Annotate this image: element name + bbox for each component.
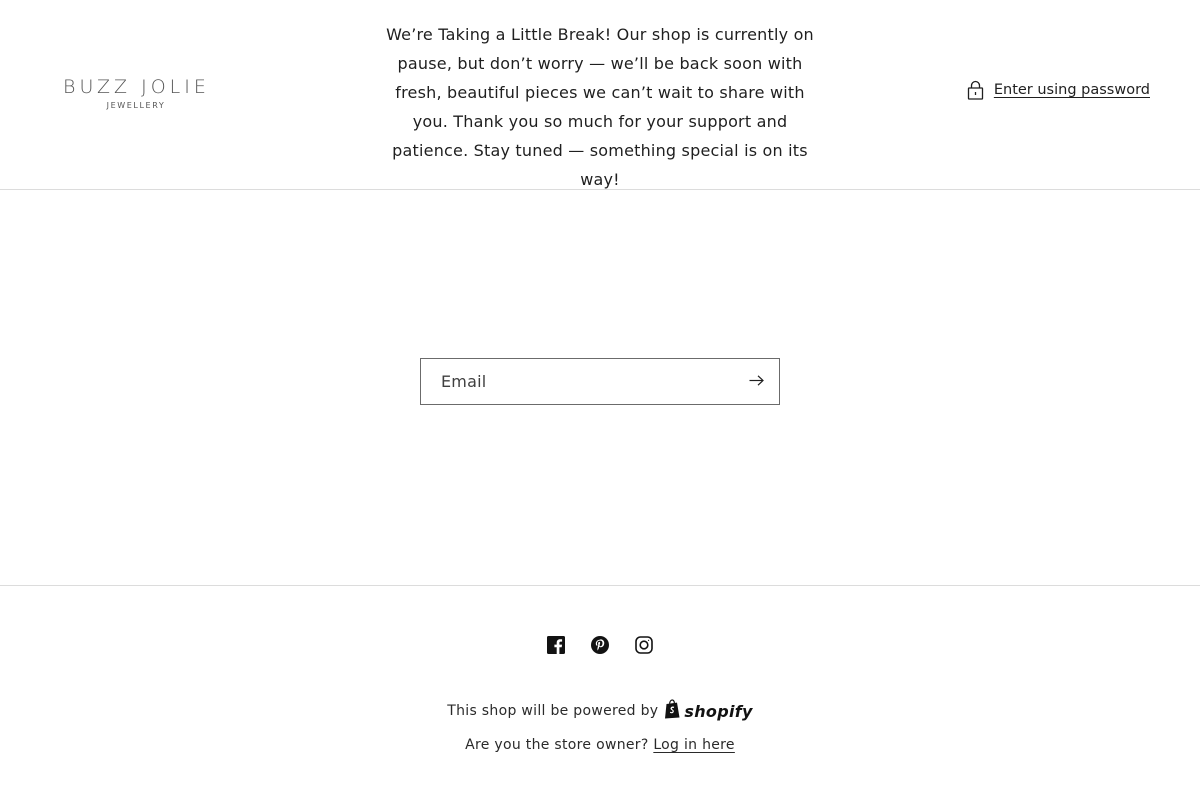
logo-subtitle: JEWELLERY [106, 101, 166, 110]
social-links [0, 636, 1200, 658]
lock-icon [967, 80, 984, 100]
arrow-right-icon [749, 374, 764, 389]
powered-by-text: This shop will be powered by [447, 703, 659, 719]
announcement-text: We’re Taking a Little Break! Our shop is… [386, 25, 814, 189]
shopify-link[interactable]: shopify [664, 699, 752, 723]
shopify-bag-icon [664, 699, 681, 723]
newsletter-form [420, 358, 780, 405]
site-footer: This shop will be powered by shopify Are… [0, 585, 1200, 800]
facebook-link[interactable] [546, 636, 566, 658]
login-link[interactable]: Log in here [653, 737, 735, 753]
logo-name: BUZZ JOLIE [63, 76, 210, 98]
owner-prompt: Are you the store owner? [465, 737, 649, 753]
instagram-link[interactable] [634, 636, 654, 658]
shopify-wordmark: shopify [684, 701, 753, 721]
newsletter-submit-button[interactable] [733, 359, 779, 404]
store-owner-line: Are you the store owner? Log in here [0, 737, 1200, 753]
facebook-icon [547, 636, 565, 658]
store-logo[interactable]: BUZZ JOLIE JEWELLERY [63, 76, 209, 112]
enter-password-link[interactable]: Enter using password [967, 80, 1150, 100]
powered-by: This shop will be powered by shopify [0, 699, 1200, 723]
pinterest-link[interactable] [590, 636, 610, 658]
enter-password-label: Enter using password [993, 82, 1150, 98]
email-input[interactable] [421, 359, 733, 404]
site-header: BUZZ JOLIE JEWELLERY We’re Taking a Litt… [0, 0, 1200, 190]
instagram-icon [635, 636, 653, 658]
pinterest-icon [591, 636, 609, 658]
